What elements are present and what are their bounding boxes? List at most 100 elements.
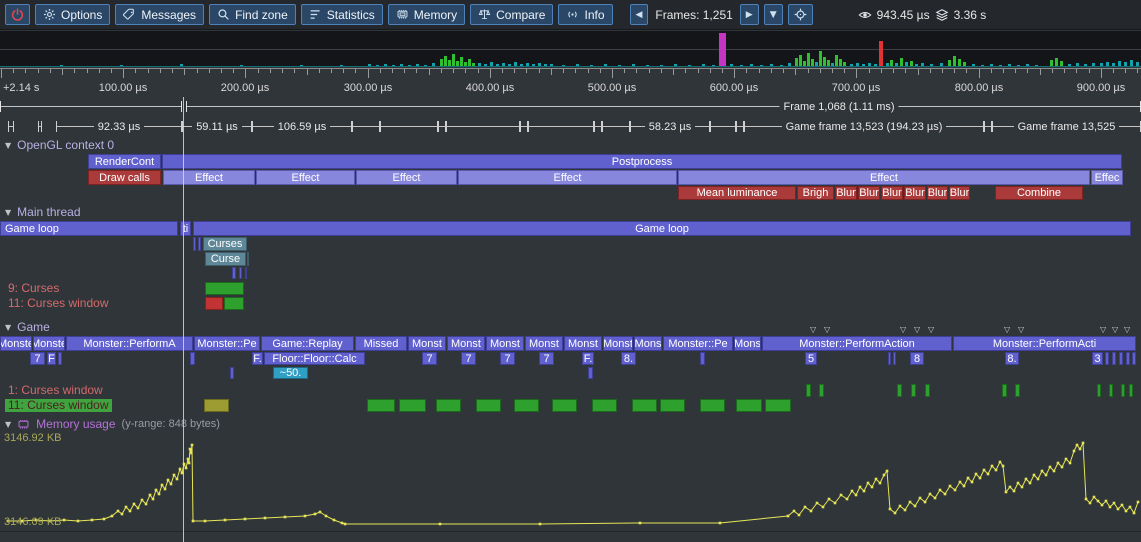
frame-time-bar[interactable] (408, 65, 411, 67)
zone-bar[interactable] (806, 384, 811, 397)
zone-bar[interactable]: 8 (910, 352, 924, 365)
frame-time-bar[interactable] (460, 57, 463, 67)
frame-time-bar[interactable] (576, 64, 579, 67)
frame-time-bar[interactable] (1100, 63, 1103, 67)
thread-label[interactable]: 1: Curses window (8, 384, 103, 397)
frame-time-bar[interactable] (874, 64, 877, 67)
zone-bar[interactable] (1002, 384, 1007, 397)
zone-bar[interactable]: ti (180, 221, 191, 236)
zone-bar[interactable]: RenderCont (88, 154, 161, 169)
zone-bar[interactable] (736, 399, 762, 412)
frame-time-bar[interactable] (456, 61, 459, 67)
collapsed-zones-marker[interactable]: ▽ (1018, 326, 1024, 334)
frame-time-bar[interactable] (604, 64, 607, 67)
frame-time-bar[interactable] (444, 56, 447, 67)
frame-time-bar[interactable] (424, 65, 427, 67)
frame-time-bar[interactable] (831, 63, 834, 67)
zone-bar[interactable]: F. (252, 352, 263, 365)
frame-time-bar[interactable] (862, 64, 865, 67)
zone-bar[interactable]: 8. (621, 352, 636, 365)
zone-bar[interactable]: Monster::PerformA (66, 336, 193, 351)
zone-bar[interactable]: Effec (1091, 170, 1123, 185)
memory-graph[interactable] (0, 437, 1141, 533)
zone-bar[interactable] (700, 399, 725, 412)
frame-time-bar[interactable] (392, 65, 395, 67)
frame-time-bar[interactable] (508, 64, 511, 67)
zone-bar[interactable] (247, 252, 249, 266)
zone-bar[interactable] (819, 384, 824, 397)
zone-bar[interactable]: Curse (205, 252, 246, 266)
zone-bar[interactable] (1097, 384, 1101, 397)
frame-time-bar[interactable] (432, 63, 435, 67)
frame-separator[interactable] (8, 121, 14, 132)
zone-bar[interactable] (514, 399, 539, 412)
zone-bar[interactable]: Monst (564, 336, 602, 351)
frame-time-bar[interactable] (514, 62, 517, 67)
frame-separator[interactable] (984, 121, 992, 132)
frame-time-bar[interactable] (850, 64, 853, 67)
zone-bar[interactable] (230, 367, 234, 379)
frame-separator[interactable]: 59.11 µs (182, 121, 252, 132)
frame-time-bar[interactable] (940, 63, 943, 67)
zone-bar[interactable]: 3 (1092, 352, 1103, 365)
frame-separator[interactable]: 58.23 µs (630, 121, 710, 132)
frame-time-bar[interactable] (799, 55, 802, 67)
frame-time-bar[interactable] (448, 60, 451, 67)
frame-time-bar[interactable] (915, 64, 918, 67)
zone-bar[interactable]: Game loop (0, 221, 178, 236)
frame-time-bar[interactable] (702, 64, 705, 67)
frame-time-bar[interactable] (532, 64, 535, 67)
zone-bar[interactable]: Floor::Floor::Calc (264, 352, 365, 365)
frame-select-button[interactable]: ▼ (764, 4, 783, 25)
zone-bar[interactable]: Postprocess (162, 154, 1122, 169)
zone-bar[interactable]: Curses (203, 237, 247, 251)
frame-separator[interactable] (594, 121, 602, 132)
frame-separator[interactable]: 92.33 µs (56, 121, 182, 132)
zone-bar[interactable]: Mons (734, 336, 761, 351)
frame-time-bar[interactable] (1068, 64, 1071, 67)
thread-label[interactable]: 11: Curses window (5, 399, 112, 412)
compare-button[interactable]: Compare (470, 4, 553, 25)
zone-bar[interactable] (592, 399, 617, 412)
zone-bar[interactable]: Blur (881, 186, 903, 200)
memory-button[interactable]: Memory (388, 4, 465, 25)
frame-time-bar[interactable] (376, 65, 379, 67)
zone-bar[interactable]: Monster::PerformAction (762, 336, 952, 351)
frame-separator[interactable] (438, 121, 446, 132)
frame-time-bar[interactable] (815, 62, 818, 67)
zone-bar[interactable]: Effect (678, 170, 1090, 185)
frame-time-bar[interactable] (1026, 64, 1029, 67)
zone-bar[interactable] (700, 352, 705, 365)
collapsed-zones-marker[interactable]: ▽ (1100, 326, 1106, 334)
frame-time-bar[interactable] (886, 63, 889, 67)
frame-time-bar[interactable] (1035, 65, 1038, 67)
frame-time-bar[interactable] (502, 63, 505, 67)
zone-bar[interactable] (436, 399, 461, 412)
collapsed-zones-marker[interactable]: ▽ (1112, 326, 1118, 334)
frame-time-bar[interactable] (300, 65, 303, 67)
frame-time-bar[interactable] (780, 65, 783, 67)
zone-bar[interactable]: Effect (163, 170, 255, 185)
frame-time-bar[interactable] (811, 59, 814, 67)
frame-time-bar[interactable] (180, 64, 183, 67)
frame-time-bar[interactable] (544, 64, 547, 67)
zone-bar[interactable] (1132, 352, 1136, 365)
zone-bar[interactable]: Mean luminance (678, 186, 796, 200)
zone-bar[interactable] (239, 267, 242, 279)
collapsed-zones-marker[interactable]: ▽ (1124, 326, 1130, 334)
zone-bar[interactable]: Monst (408, 336, 446, 351)
frame-time-bar[interactable] (827, 60, 830, 67)
frame-time-bar[interactable] (868, 63, 871, 67)
collapsed-zones-marker[interactable]: ▽ (900, 326, 906, 334)
zone-bar[interactable]: Blur (949, 186, 970, 200)
zone-bar[interactable]: F (47, 352, 56, 365)
zone-bar[interactable]: Monster::Pe (194, 336, 260, 351)
frame-time-bar[interactable] (1060, 61, 1063, 67)
frame-time-bar[interactable] (770, 64, 773, 67)
frame-separator[interactable] (602, 121, 630, 132)
collapsed-zones-marker[interactable]: ▽ (1004, 326, 1010, 334)
zone-bar[interactable]: Game loop (193, 221, 1131, 236)
frame-time-bar[interactable] (819, 51, 822, 67)
goto-frame-button[interactable] (788, 4, 813, 25)
zone-bar[interactable]: Combine (995, 186, 1083, 200)
